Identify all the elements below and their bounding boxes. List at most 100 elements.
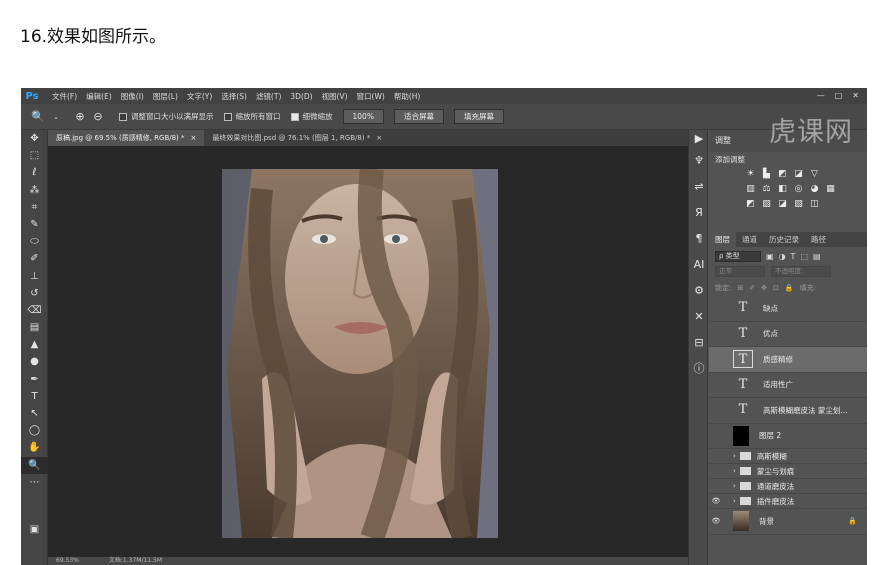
gradient-tool-icon[interactable]: ▤: [21, 319, 48, 336]
play-icon[interactable]: ▶: [689, 130, 709, 148]
layer-name[interactable]: 优点: [763, 328, 778, 339]
opacity-field[interactable]: 不透明度:: [771, 266, 831, 277]
layer-row[interactable]: T 缺点: [709, 296, 867, 322]
zoom-out-icon[interactable]: ⊖: [91, 110, 105, 124]
resize-windows-checkbox[interactable]: 调整窗口大小以满屏显示: [119, 111, 214, 122]
type-tool-icon[interactable]: T: [21, 388, 48, 405]
hue-saturation-icon[interactable]: ▥: [745, 184, 756, 195]
menu-image[interactable]: 图像(I): [121, 91, 144, 102]
magic-wand-tool-icon[interactable]: ⁂: [21, 182, 48, 199]
layer-name[interactable]: 缺点: [763, 303, 778, 314]
brightness-icon[interactable]: ☀: [745, 169, 756, 180]
ellipse-tool-icon[interactable]: ◯: [21, 422, 48, 439]
group-row[interactable]: › 高斯模糊: [709, 449, 867, 464]
menu-file[interactable]: 文件(F): [52, 91, 77, 102]
layer-row[interactable]: T 高斯模糊磨皮法 蒙尘划...: [709, 398, 867, 424]
lock-artboard-icon[interactable]: ⊡: [773, 284, 779, 292]
layer-kind-select[interactable]: ρ 类型: [715, 250, 761, 262]
menu-filter[interactable]: 滤镜(T): [256, 91, 281, 102]
layer-name[interactable]: 高斯模糊磨皮法 蒙尘划...: [763, 405, 848, 416]
close-icon[interactable]: ×: [376, 130, 382, 146]
eye-icon[interactable]: 👁: [709, 517, 723, 525]
group-row[interactable]: › 蒙尘与划痕: [709, 464, 867, 479]
menu-3d[interactable]: 3D(D): [290, 92, 312, 101]
paragraph-icon[interactable]: ¶: [689, 226, 709, 252]
lock-pixels-icon[interactable]: ⊞: [737, 284, 743, 292]
brush-preset-icon[interactable]: ♆: [689, 148, 709, 174]
layer-name[interactable]: 蒙尘与划痕: [757, 466, 795, 477]
channel-mixer-icon[interactable]: ◕: [809, 184, 820, 195]
lock-move-icon[interactable]: ✥: [761, 284, 767, 292]
tab-paths[interactable]: 路径: [805, 232, 832, 247]
vibrance-icon[interactable]: ▽: [809, 169, 820, 180]
color-lookup-icon[interactable]: ▦: [825, 184, 836, 195]
quick-mask-icon[interactable]: ▣: [21, 521, 48, 538]
invert-icon[interactable]: ◩: [745, 199, 756, 210]
exposure-icon[interactable]: ◪: [793, 169, 804, 180]
portrait-photo[interactable]: [222, 169, 498, 538]
zoom-100-button[interactable]: 100%: [342, 109, 384, 124]
layer-row[interactable]: 图层 2: [709, 424, 867, 449]
layer-row[interactable]: T 适用性广: [709, 373, 867, 398]
filter-shape-icon[interactable]: ⬚: [800, 252, 808, 261]
canvas-area[interactable]: [48, 146, 688, 557]
posterize-icon[interactable]: ▨: [761, 199, 772, 210]
levels-icon[interactable]: ▙: [761, 169, 772, 180]
chevron-right-icon[interactable]: ›: [733, 467, 736, 475]
tab-layers[interactable]: 图层: [709, 232, 736, 247]
maximize-icon[interactable]: □: [835, 91, 843, 100]
chevron-right-icon[interactable]: ›: [733, 482, 736, 490]
layer-name[interactable]: 适用性广: [763, 379, 793, 390]
layer-name[interactable]: 图层 2: [759, 430, 781, 441]
more-tools-icon[interactable]: ⋯: [21, 474, 48, 491]
menu-select[interactable]: 选择(S): [221, 91, 247, 102]
tab-channels[interactable]: 通道: [736, 232, 763, 247]
info-icon[interactable]: ⓘ: [689, 356, 709, 382]
photo-filter-icon[interactable]: ◎: [793, 184, 804, 195]
blend-mode-select[interactable]: 正常: [715, 266, 765, 277]
eye-icon[interactable]: 👁: [709, 497, 723, 505]
layer-name[interactable]: 背景: [759, 516, 774, 527]
filter-type-icon[interactable]: T: [791, 252, 796, 261]
tools-cross-icon[interactable]: ✕: [689, 304, 709, 330]
healing-brush-tool-icon[interactable]: ⬭: [21, 233, 48, 250]
clone-stamp-tool-icon[interactable]: ⊥: [21, 268, 48, 285]
filter-smart-icon[interactable]: ▤: [813, 252, 821, 261]
adjust-slider-icon[interactable]: ⇌: [689, 174, 709, 200]
menu-edit[interactable]: 编辑(E): [86, 91, 112, 102]
color-balance-icon[interactable]: ⚖: [761, 184, 772, 195]
layer-comps-icon[interactable]: ⊟: [689, 330, 709, 356]
fill-screen-button[interactable]: 填充屏幕: [453, 109, 504, 124]
filter-pixel-icon[interactable]: ▣: [766, 252, 774, 261]
blur-tool-icon[interactable]: ▲: [21, 336, 48, 353]
layer-name[interactable]: 高斯模糊: [757, 451, 787, 462]
menu-window[interactable]: 窗口(W): [357, 91, 385, 102]
checkbox-box[interactable]: [119, 112, 127, 121]
zoom-tool-icon[interactable]: 🔍: [31, 110, 45, 124]
close-icon[interactable]: ×: [191, 130, 197, 146]
layer-row-selected[interactable]: T 质感精修: [709, 347, 867, 373]
marquee-tool-icon[interactable]: ⬚: [21, 147, 48, 164]
zoom-all-windows-checkbox[interactable]: 缩放所有窗口: [223, 111, 281, 122]
background-layer-row[interactable]: 👁 背景 🔒: [709, 509, 867, 535]
selective-color-icon[interactable]: ◫: [809, 199, 820, 210]
group-row[interactable]: › 通道磨皮法: [709, 479, 867, 494]
zoom-readout[interactable]: 69.53%: [56, 557, 79, 565]
menu-type[interactable]: 文字(Y): [187, 91, 212, 102]
menu-help[interactable]: 帮助(H): [394, 91, 421, 102]
pen-tool-icon[interactable]: ✒: [21, 371, 48, 388]
scrubby-zoom-checkbox[interactable]: 细微缩放: [290, 111, 333, 122]
layer-row[interactable]: T 优点: [709, 322, 867, 347]
layer-name[interactable]: 质感精修: [763, 354, 793, 365]
lock-brush-icon[interactable]: ✐: [749, 284, 755, 292]
lock-all-icon[interactable]: 🔒: [785, 284, 794, 292]
tab-document-1[interactable]: 原稿.jpg @ 69.5% (质感精修, RGB/8) * ×: [48, 130, 205, 146]
character-icon[interactable]: Я: [689, 200, 709, 226]
fit-screen-button[interactable]: 适合屏幕: [393, 109, 444, 124]
menu-layer[interactable]: 图层(L): [153, 91, 178, 102]
tab-history[interactable]: 历史记录: [763, 232, 805, 247]
zoom-tool-icon[interactable]: 🔍: [21, 456, 48, 474]
close-icon[interactable]: ✕: [852, 91, 859, 100]
properties-icon[interactable]: ⚙: [689, 278, 709, 304]
chevron-right-icon[interactable]: ›: [733, 497, 736, 505]
